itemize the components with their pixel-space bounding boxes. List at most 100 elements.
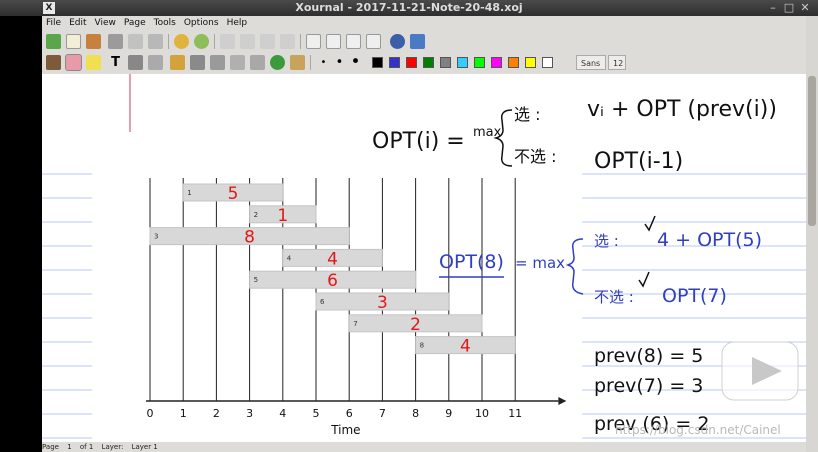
job-value-label: 5	[228, 184, 239, 204]
x-tick-label: 7	[379, 407, 386, 420]
menu-view[interactable]: View	[91, 16, 120, 31]
x-tick-label: 2	[213, 407, 220, 420]
layer-label: Layer:	[101, 443, 124, 451]
ruler-icon[interactable]	[170, 55, 185, 70]
thin-line-icon[interactable]: •	[316, 55, 331, 70]
check-mark-icon	[644, 215, 656, 232]
cut-icon[interactable]	[108, 34, 123, 49]
opt8-skip-label: 不选 :	[594, 288, 634, 306]
play-button[interactable]	[721, 341, 799, 401]
color-gray-swatch[interactable]	[440, 57, 451, 68]
toolbar-separator	[310, 55, 311, 70]
vertical-space-icon[interactable]	[230, 55, 245, 70]
text-tool-icon[interactable]: T	[108, 55, 123, 70]
zoom-out-icon[interactable]	[306, 34, 321, 49]
menu-tools[interactable]: Tools	[150, 16, 180, 31]
color-cyan-swatch[interactable]	[457, 57, 468, 68]
color-black-swatch[interactable]	[372, 57, 383, 68]
previous-page-icon[interactable]	[240, 34, 255, 49]
layer-select[interactable]: Layer 1	[132, 443, 158, 451]
note-page[interactable]: 1 5 2 1 3 8 4 4 5 6 6 3 7 2 8 4 0 1 2 3 4 5 6 7 8 9 10 11 Time OPT(i…	[42, 74, 806, 442]
job-id-label: 8	[420, 342, 424, 350]
pen-icon[interactable]	[46, 55, 61, 70]
zoom-fit-icon[interactable]	[326, 34, 341, 49]
menu-file[interactable]: File	[42, 16, 65, 31]
save-icon[interactable]	[46, 34, 61, 49]
color-white-swatch[interactable]	[542, 57, 553, 68]
job-value-label: 6	[327, 271, 338, 291]
toolbar-separator	[300, 34, 301, 49]
job-value-label: 1	[277, 206, 288, 226]
redo-icon[interactable]	[194, 34, 209, 49]
color-lime-swatch[interactable]	[474, 57, 485, 68]
color-orange-swatch[interactable]	[508, 57, 519, 68]
default-eraser-icon[interactable]	[290, 55, 305, 70]
close-icon[interactable]: ✕	[798, 1, 812, 15]
color-magenta-swatch[interactable]	[491, 57, 502, 68]
job-id-label: 3	[154, 233, 158, 241]
default-pen-icon[interactable]	[270, 55, 285, 70]
page-number-input[interactable]: 1	[67, 443, 71, 451]
formula-choose-label: 选 :	[514, 105, 540, 124]
minimize-icon[interactable]: –	[766, 1, 780, 15]
highlighter-icon[interactable]	[86, 55, 101, 70]
select-region-icon[interactable]	[190, 55, 205, 70]
font-size-button[interactable]: 12	[608, 55, 626, 70]
menu-edit[interactable]: Edit	[65, 16, 90, 31]
new-page-icon[interactable]	[66, 34, 81, 49]
job-id-label: 2	[254, 211, 258, 219]
formula-lhs: OPT(i) =	[372, 129, 465, 154]
thick-line-icon[interactable]: •	[348, 54, 363, 71]
font-name-button[interactable]: Sans	[576, 55, 606, 70]
job-value-label: 4	[460, 337, 471, 357]
zoom-normal-icon[interactable]	[366, 34, 381, 49]
job-value-label: 3	[377, 293, 388, 313]
opt8-max: = max	[515, 254, 565, 272]
search-icon[interactable]	[390, 34, 405, 49]
menu-options[interactable]: Options	[180, 16, 223, 31]
page-label: Page	[42, 443, 59, 451]
ruled-lines-left	[42, 173, 92, 439]
next-page-icon[interactable]	[260, 34, 275, 49]
eraser-icon[interactable]	[65, 54, 82, 71]
medium-line-icon[interactable]: •	[332, 55, 347, 70]
job-id-label: 4	[287, 254, 292, 262]
opt8-choose-label: 选 :	[594, 232, 619, 250]
paste-icon[interactable]	[148, 34, 163, 49]
opt8-choose-value: 4 + OPT(5)	[657, 229, 762, 251]
main-toolbar	[42, 31, 806, 53]
select-rectangle-icon[interactable]	[210, 55, 225, 70]
menu-help[interactable]: Help	[223, 16, 252, 31]
color-green-swatch[interactable]	[423, 57, 434, 68]
job-value-label: 2	[410, 315, 421, 335]
scrollbar-thumb[interactable]	[808, 76, 816, 226]
undo-icon[interactable]	[174, 34, 189, 49]
color-red-swatch[interactable]	[406, 57, 417, 68]
hand-tool-icon[interactable]	[250, 55, 265, 70]
x-tick-label: 9	[445, 407, 452, 420]
zoom-in-icon[interactable]	[346, 34, 361, 49]
job-id-label: 6	[320, 298, 325, 306]
x-tick-label: 8	[412, 407, 419, 420]
first-page-icon[interactable]	[220, 34, 235, 49]
image-tool-icon[interactable]	[128, 55, 143, 70]
last-page-icon[interactable]	[280, 34, 295, 49]
color-yellow-swatch[interactable]	[525, 57, 536, 68]
fullscreen-icon[interactable]	[410, 34, 425, 49]
color-blue-swatch[interactable]	[389, 57, 400, 68]
vertical-scrollbar[interactable]	[806, 16, 818, 452]
copy-icon[interactable]	[128, 34, 143, 49]
x-tick-label: 3	[246, 407, 253, 420]
page-count: of 1	[79, 443, 94, 451]
window-titlebar: X Xournal - 2017-11-21-Note-20-48.xoj – …	[0, 0, 818, 16]
x-tick-label: 4	[279, 407, 286, 420]
x-tick-label: 11	[508, 407, 522, 420]
open-icon[interactable]	[86, 34, 101, 49]
menu-page[interactable]: Page	[120, 16, 150, 31]
shape-recognizer-icon[interactable]	[148, 55, 163, 70]
toolbar-separator	[214, 34, 215, 49]
formula-choose-value: vᵢ + OPT (prev(i))	[587, 97, 777, 122]
toolbar-separator	[168, 34, 169, 49]
maximize-icon[interactable]: □	[782, 1, 796, 15]
page-drawing[interactable]: 1 52 13 84 45 66 37 28 40 1 2 3 4 5 6 7 8 9 10 11Time OPT(i…	[42, 74, 806, 442]
